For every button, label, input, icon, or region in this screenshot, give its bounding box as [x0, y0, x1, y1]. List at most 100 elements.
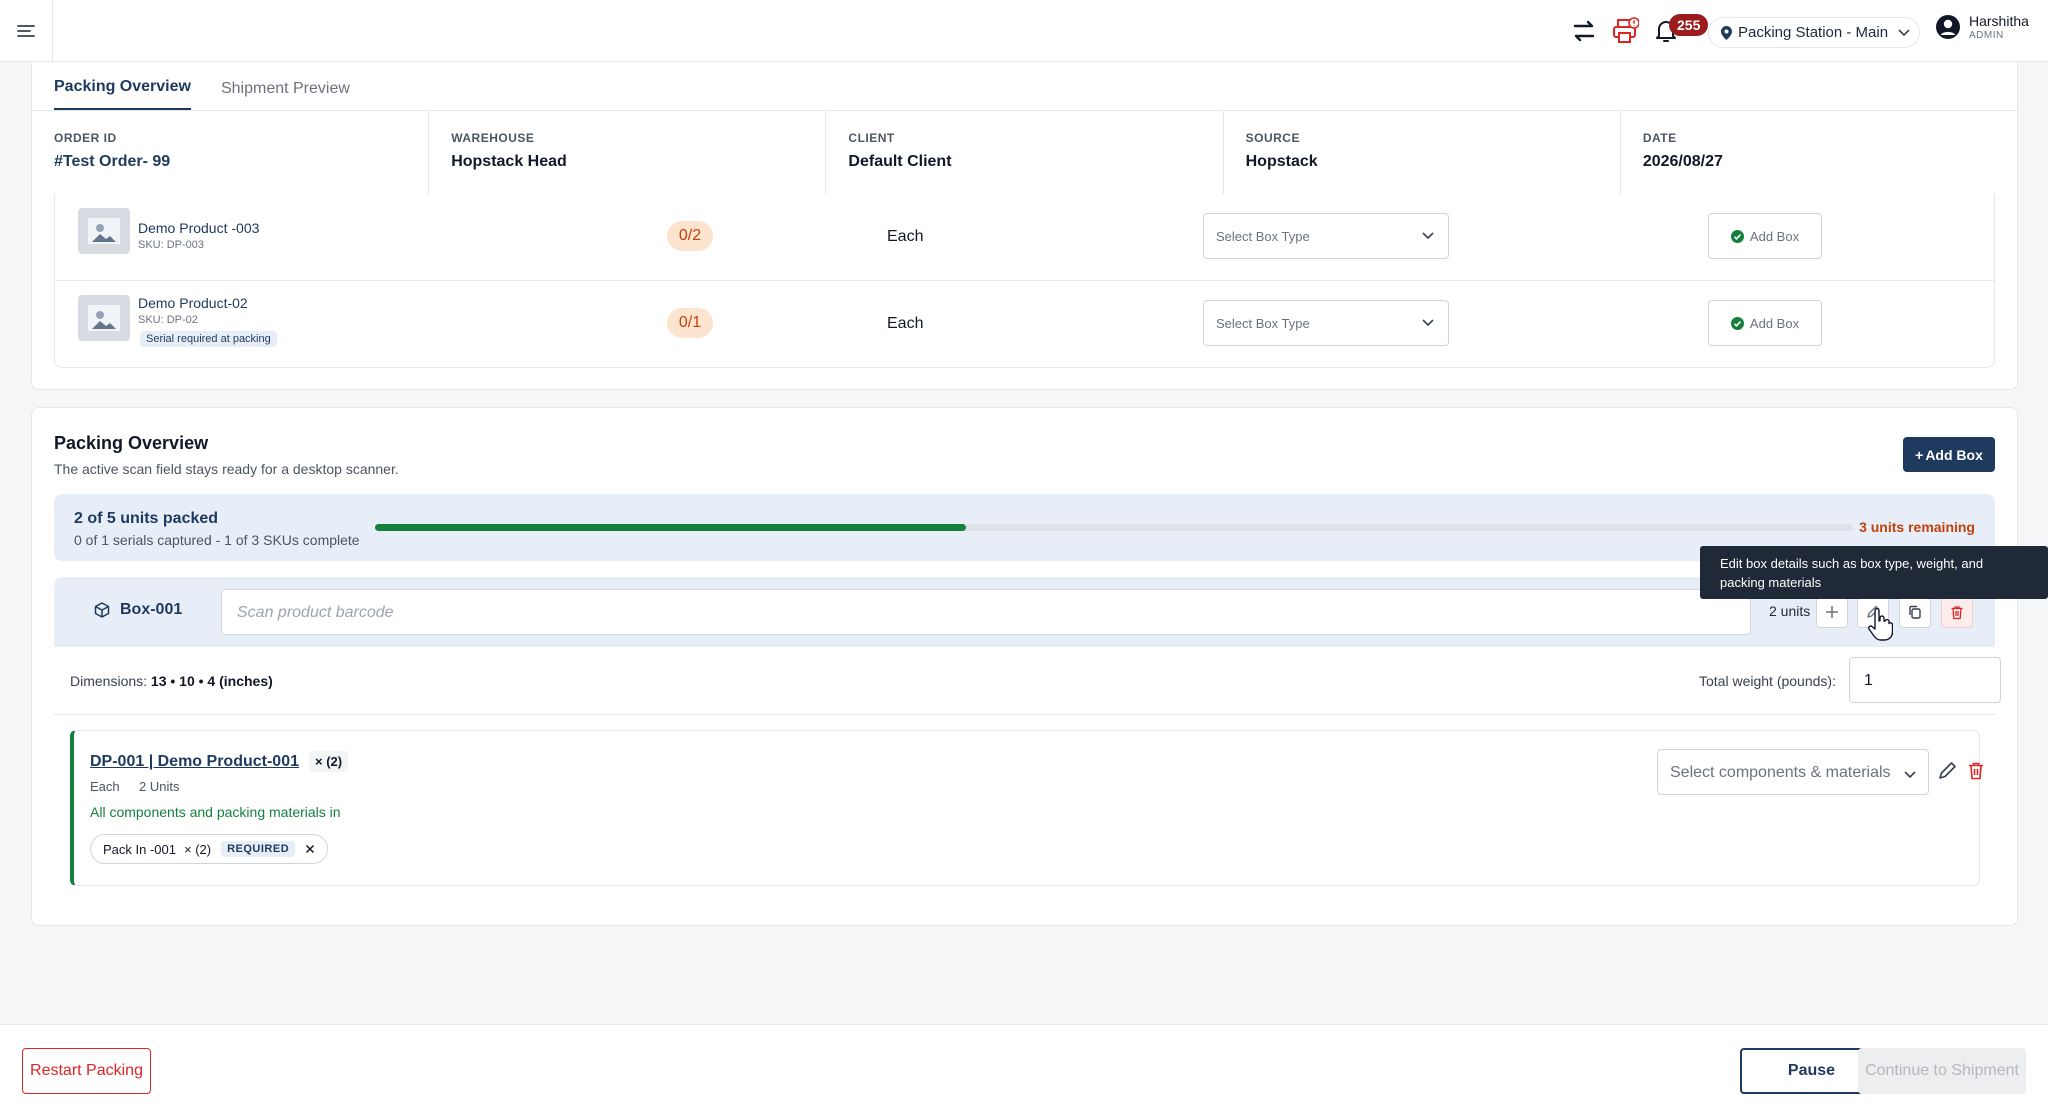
packing-overview-card: Packing Overview The active scan field s… — [31, 407, 2018, 926]
section-title: Packing Overview — [54, 433, 209, 453]
progress-bar — [375, 524, 1853, 531]
add-item-button[interactable] — [1816, 596, 1848, 628]
units-remaining: 3 units remaining — [1859, 519, 1975, 535]
station-label: Packing Station - Main — [1738, 24, 1889, 41]
uom-label: Each — [887, 315, 924, 332]
footer-bar: Restart Packing Pause Continue to Shipme… — [0, 1024, 2048, 1108]
box-type-select[interactable]: Select Box Type — [1203, 300, 1449, 346]
scan-barcode-input[interactable]: Scan product barcode — [221, 589, 1751, 635]
product-row: Demo Product-02 SKU: DP-02 Serial requir… — [55, 280, 1994, 366]
box-type-placeholder: Select Box Type — [1216, 316, 1310, 331]
tab-packing-overview[interactable]: Packing Overview — [54, 78, 191, 110]
date-label: DATE — [1642, 131, 1677, 145]
top-bar: 255 Packing Station - Main Harshitha ADM… — [0, 0, 2048, 62]
check-circle-icon — [1730, 229, 1744, 243]
chevron-down-icon — [1898, 28, 1910, 37]
continue-to-shipment-button[interactable]: Continue to Shipment — [1858, 1048, 2026, 1094]
user-menu[interactable]: Harshitha ADMIN — [1935, 12, 2029, 41]
serial-required-tag: Serial required at packing — [140, 331, 277, 347]
chip-qty: × (2) — [184, 841, 212, 857]
user-avatar-icon — [1935, 14, 1961, 40]
product-sku: SKU: DP-003 — [138, 239, 205, 251]
swap-icon[interactable] — [1569, 16, 1599, 46]
hand-cursor-icon — [1867, 607, 1894, 642]
restart-packing-button[interactable]: Restart Packing — [22, 1048, 151, 1094]
client-value: Default Client — [848, 153, 952, 170]
product-list: Demo Product -003 SKU: DP-003 0/2 Each S… — [54, 194, 1995, 368]
box-title: Box-001 — [94, 601, 182, 619]
add-box-button[interactable]: Add Box — [1708, 213, 1822, 259]
meta-client: CLIENT Default Client — [826, 111, 1224, 194]
box-type-select[interactable]: Select Box Type — [1203, 213, 1449, 259]
item-units: 2 Units — [139, 779, 180, 794]
total-weight-input[interactable]: 1 — [1849, 657, 2001, 703]
date-value: 2026/08/27 — [1642, 153, 1723, 170]
product-sku: SKU: DP-02 — [138, 314, 198, 326]
dimensions-label: Dimensions: — [70, 673, 148, 689]
product-image — [78, 295, 130, 341]
delete-box-button[interactable] — [1941, 596, 1973, 628]
check-circle-icon — [1730, 316, 1744, 330]
add-box-label: Add Box — [1749, 228, 1800, 244]
progress-title: 2 of 5 units packed — [74, 510, 219, 527]
duplicate-box-button[interactable] — [1899, 596, 1931, 628]
add-box-primary-label: Add Box — [1925, 446, 1983, 463]
required-badge: REQUIRED — [221, 841, 296, 857]
client-label: CLIENT — [848, 131, 895, 145]
item-multiplier: × (2) — [309, 751, 349, 772]
component-chip: Pack In -001 × (2) REQUIRED — [90, 834, 329, 864]
meta-date: DATE 2026/08/27 — [1621, 111, 2017, 194]
tab-shipment-preview[interactable]: Shipment Preview — [221, 80, 350, 110]
pencil-icon — [1937, 761, 1957, 781]
product-name[interactable]: Demo Product-02 — [138, 295, 248, 311]
copy-icon — [1908, 605, 1922, 619]
components-placeholder: Select components & materials — [1670, 764, 1891, 781]
packed-item-card: DP-001 | Demo Product-001 × (2) Each 2 U… — [70, 730, 1983, 886]
station-selector[interactable]: Packing Station - Main — [1708, 17, 1920, 48]
add-box-button[interactable]: Add Box — [1708, 300, 1822, 346]
item-uom: Each — [90, 779, 120, 794]
section-subtitle: The active scan field stays ready for a … — [54, 461, 399, 477]
printer-icon[interactable] — [1610, 16, 1640, 46]
meta-order-id: ORDER ID #Test Order- 99 — [32, 111, 430, 194]
box-name: Box-001 — [120, 601, 183, 618]
box-units: 2 units — [1769, 603, 1811, 619]
chip-name: Pack In -001 — [103, 841, 176, 857]
product-name[interactable]: Demo Product -003 — [138, 220, 259, 236]
user-role: ADMIN — [1969, 30, 2004, 41]
product-row: Demo Product -003 SKU: DP-003 0/2 Each S… — [55, 194, 1994, 280]
chevron-down-icon — [1904, 766, 1916, 784]
add-box-label: Add Box — [1749, 315, 1800, 331]
notification-badge: 255 — [1669, 14, 1709, 36]
location-pin-icon — [1721, 25, 1732, 40]
scan-placeholder: Scan product barcode — [237, 604, 394, 621]
item-status: All components and packing materials in — [90, 804, 341, 820]
product-image — [78, 208, 130, 254]
order-id-value[interactable]: #Test Order- 99 — [54, 153, 406, 171]
qty-pill: 0/1 — [667, 308, 713, 338]
meta-warehouse: WAREHOUSE Hopstack Head — [429, 111, 827, 194]
edit-item-button[interactable] — [1937, 761, 1957, 781]
order-meta: ORDER ID #Test Order- 99 WAREHOUSE Hopst… — [32, 111, 2017, 194]
source-value: Hopstack — [1245, 153, 1318, 170]
order-card: Packing Overview Shipment Preview ORDER … — [31, 62, 2018, 390]
box-type-placeholder: Select Box Type — [1216, 229, 1310, 244]
item-name-link[interactable]: DP-001 | Demo Product-001 — [90, 753, 299, 771]
uom-label: Each — [887, 228, 924, 245]
chevron-down-icon — [1422, 228, 1434, 243]
add-box-primary-button[interactable]: + Add Box — [1903, 437, 1995, 472]
plus-icon: + — [1915, 446, 1924, 463]
plus-icon — [1825, 605, 1839, 619]
delete-item-button[interactable] — [1967, 761, 1985, 781]
edit-box-tooltip: Edit box details such as box type, weigh… — [1700, 546, 2048, 599]
trash-icon — [1950, 605, 1964, 620]
components-select[interactable]: Select components & materials — [1657, 749, 1929, 795]
total-weight-label: Total weight (pounds): — [1699, 673, 1836, 689]
warehouse-value: Hopstack Head — [451, 153, 567, 170]
trash-icon — [1967, 761, 1985, 781]
remove-chip-icon[interactable] — [305, 844, 315, 854]
box-dimensions-row: Dimensions: 13 • 10 • 4 (inches) Total w… — [54, 647, 2001, 715]
dimensions-value: 13 • 10 • 4 (inches) — [150, 673, 273, 689]
source-label: SOURCE — [1245, 131, 1300, 145]
menu-icon[interactable] — [0, 0, 53, 62]
